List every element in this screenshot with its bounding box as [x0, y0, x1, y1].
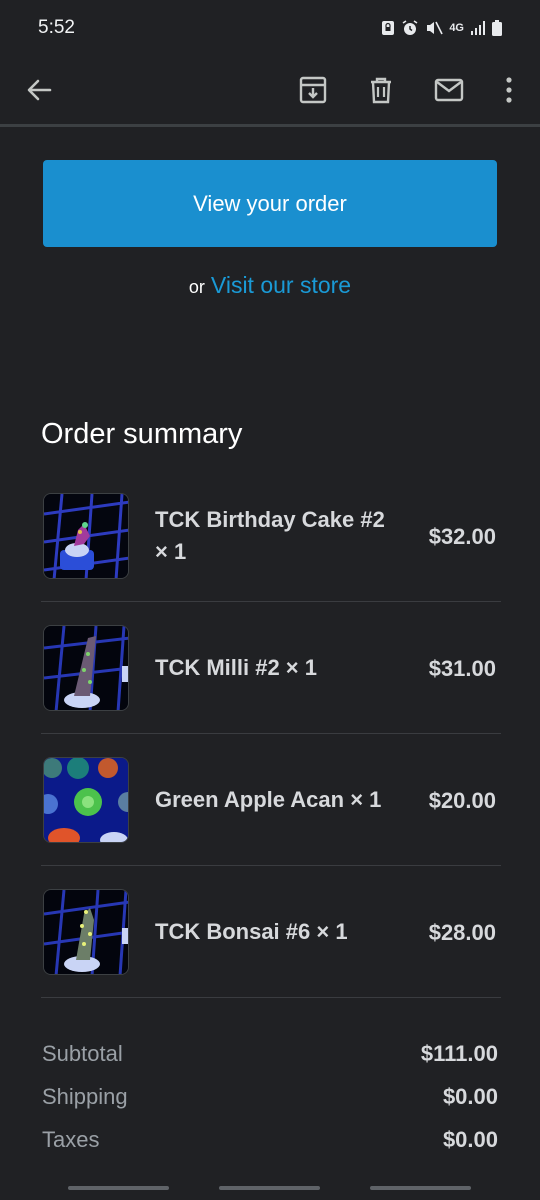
app-bar — [0, 56, 540, 124]
taxes-label: Taxes — [42, 1126, 100, 1152]
more-options-button[interactable] — [485, 66, 533, 114]
nav-gesture-right[interactable] — [370, 1186, 471, 1190]
lock-notification-icon — [382, 21, 395, 35]
signal-icon — [471, 21, 485, 35]
mark-unread-button[interactable] — [425, 66, 473, 114]
view-order-label: View your order — [193, 190, 347, 216]
view-order-button[interactable]: View your order — [43, 160, 497, 247]
subtotal-value: $111.00 — [420, 1040, 498, 1066]
status-bar: 5:52 4G — [0, 0, 540, 56]
taxes-row: Taxes $0.00 — [42, 1118, 498, 1161]
list-item[interactable]: Green Apple Acan × 1 $20.00 — [41, 734, 501, 866]
delete-icon — [371, 77, 391, 104]
visit-store-link[interactable]: Visit our store — [211, 272, 351, 299]
product-thumbnail — [43, 493, 129, 579]
back-arrow-icon — [27, 79, 52, 101]
status-icons: 4G — [381, 20, 502, 36]
shipping-row: Shipping $0.00 — [42, 1075, 498, 1118]
mute-icon — [427, 21, 444, 35]
item-name: Green Apple Acan × 1 — [155, 787, 382, 812]
order-items-list: TCK Birthday Cake #2 × 1 $32.00 TCK Mill… — [41, 470, 501, 998]
order-summary-title: Order summary — [41, 418, 243, 450]
taxes-value: $0.00 — [442, 1126, 498, 1152]
alarm-icon — [402, 20, 418, 35]
item-price: $32.00 — [428, 524, 496, 549]
item-price: $31.00 — [428, 656, 496, 681]
delete-button[interactable] — [357, 66, 405, 114]
visit-store-row: or Visit our store — [0, 272, 540, 308]
nav-gesture-left[interactable] — [68, 1186, 169, 1190]
archive-button[interactable] — [289, 66, 337, 114]
product-thumbnail — [43, 757, 129, 843]
subtotal-label: Subtotal — [42, 1040, 123, 1066]
item-name: TCK Birthday Cake #2 × 1 — [155, 507, 385, 564]
or-text: or — [188, 277, 205, 297]
battery-icon — [492, 20, 502, 36]
item-name: TCK Milli #2 × 1 — [155, 655, 317, 680]
subtotal-row: Subtotal $111.00 — [42, 1032, 498, 1075]
archive-icon — [299, 76, 327, 104]
product-thumbnail — [43, 889, 129, 975]
shipping-value: $0.00 — [442, 1083, 498, 1109]
status-time: 5:52 — [38, 17, 75, 38]
network-type: 4G — [449, 22, 464, 34]
list-item[interactable]: TCK Bonsai #6 × 1 $28.00 — [41, 866, 501, 998]
item-name: TCK Bonsai #6 × 1 — [155, 919, 348, 944]
more-vert-icon — [506, 77, 512, 103]
list-item[interactable]: TCK Milli #2 × 1 $31.00 — [41, 602, 501, 734]
product-thumbnail — [43, 625, 129, 711]
list-item[interactable]: TCK Birthday Cake #2 × 1 $32.00 — [41, 470, 501, 602]
nav-gesture-center[interactable] — [219, 1186, 320, 1190]
back-button[interactable] — [15, 66, 63, 114]
app-bar-divider — [0, 124, 540, 127]
shipping-label: Shipping — [42, 1083, 128, 1109]
item-price: $20.00 — [428, 788, 496, 813]
order-totals: Subtotal $111.00 Shipping $0.00 Taxes $0… — [42, 1032, 498, 1161]
item-price: $28.00 — [428, 920, 496, 945]
mail-icon — [434, 78, 464, 102]
